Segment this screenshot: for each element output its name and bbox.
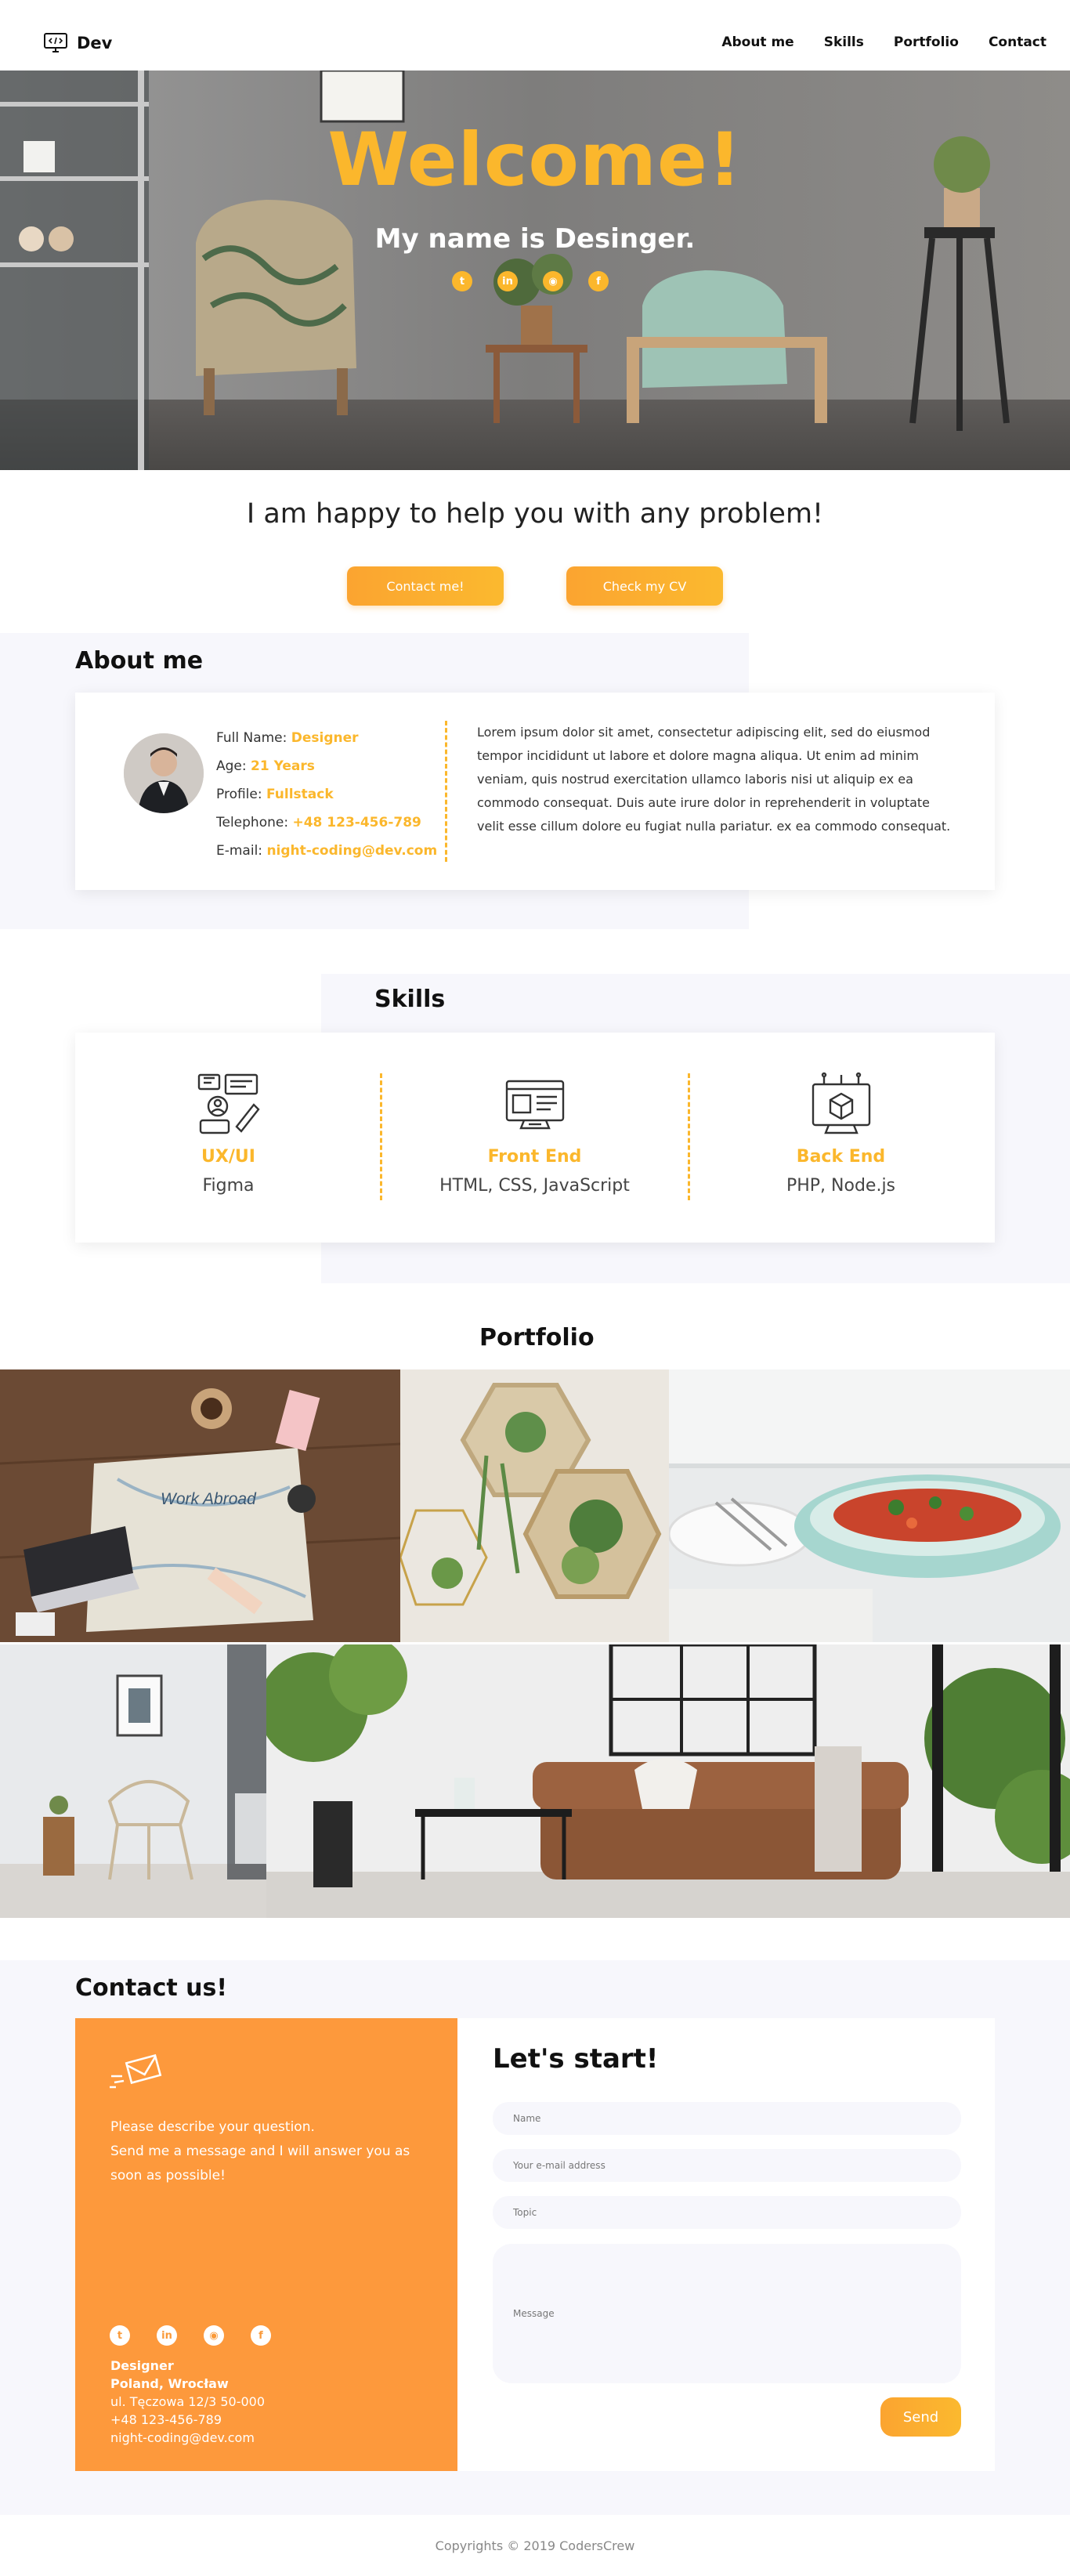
- avatar: [124, 733, 204, 813]
- logo-text: Dev: [77, 34, 113, 52]
- skills-card: UX/UI Figma Front End HTML, CSS, JavaScr…: [75, 1033, 995, 1243]
- send-button[interactable]: Send: [880, 2397, 961, 2437]
- field-label: Telephone:: [216, 815, 293, 830]
- nav-link-skills[interactable]: Skills: [824, 34, 864, 50]
- email-field[interactable]: Your e-mail address: [493, 2149, 961, 2182]
- facebook-icon[interactable]: f: [251, 2325, 271, 2346]
- portfolio-image: [0, 1644, 266, 1918]
- footer: Copyrights © 2019 CodersCrew: [0, 2515, 1070, 2576]
- tile-caption: Work Abroad: [161, 1490, 257, 1508]
- twitter-icon[interactable]: t: [110, 2325, 130, 2346]
- contact-phone: +48 123-456-789: [110, 2412, 222, 2427]
- code-window-icon: [505, 1080, 564, 1130]
- skill-tech: HTML, CSS, JavaScript: [439, 1176, 630, 1196]
- field-value: night-coding@dev.com: [266, 843, 438, 859]
- portfolio-item-planters[interactable]: [400, 1369, 669, 1642]
- monitor-code-icon: [44, 33, 67, 52]
- portfolio-item-travel[interactable]: Work Abroad: [0, 1369, 400, 1642]
- contact-info-panel: Please describe your question. Send me a…: [75, 2018, 457, 2471]
- skill-backend: Back End PHP, Node.js: [688, 1072, 994, 1196]
- portfolio-image: [266, 1644, 1070, 1918]
- linkedin-icon[interactable]: in: [157, 2325, 177, 2346]
- about-field-email: E-mail: night-coding@dev.com: [216, 837, 437, 865]
- contact-social-links: t in ◉ f: [110, 2325, 271, 2346]
- facebook-icon[interactable]: f: [588, 271, 609, 291]
- intro-buttons: Contact me! Check my CV: [347, 566, 723, 606]
- contact-details: Designer Poland, Wrocław ul. Tęczowa 12/…: [110, 2357, 265, 2447]
- avatar-image: [124, 733, 204, 813]
- hero-social-links: t in ◉ f: [452, 271, 609, 291]
- field-label: Profile:: [216, 787, 266, 802]
- skill-tech: Figma: [202, 1176, 255, 1196]
- skill-name: Front End: [487, 1147, 582, 1167]
- message-field[interactable]: Message: [493, 2244, 961, 2383]
- portfolio-item-living-room[interactable]: [266, 1644, 1070, 1918]
- contact-title: Contact us!: [75, 1974, 228, 2002]
- twitter-icon[interactable]: t: [452, 271, 472, 291]
- page: Dev About me Skills Portfolio Contact We…: [0, 0, 1070, 2576]
- nav-links: About me Skills Portfolio Contact: [692, 34, 1047, 50]
- field-label: Full Name:: [216, 730, 291, 746]
- github-icon[interactable]: ◉: [204, 2325, 224, 2346]
- paper-plane-envelope-icon: [110, 2054, 162, 2089]
- hero-subtitle: My name is Desinger.: [374, 223, 696, 255]
- form-title: Let's start!: [493, 2043, 659, 2075]
- portfolio-item-food[interactable]: [669, 1369, 1070, 1642]
- intro-tagline: I am happy to help you with any problem!: [246, 498, 824, 530]
- skills-title: Skills: [374, 986, 446, 1013]
- top-navbar: Dev About me Skills Portfolio Contact: [0, 0, 1070, 71]
- field-value: Designer: [291, 730, 359, 746]
- nav-link-portfolio[interactable]: Portfolio: [894, 34, 959, 50]
- contact-description: Please describe your question. Send me a…: [110, 2115, 432, 2188]
- portfolio-image: [669, 1369, 1070, 1642]
- copyright-text: Copyrights © 2019 CodersCrew: [435, 2538, 635, 2553]
- linkedin-icon[interactable]: in: [497, 271, 518, 291]
- about-field-name: Full Name: Designer: [216, 724, 437, 752]
- topic-field[interactable]: Topic: [493, 2196, 961, 2229]
- about-info-list: Full Name: Designer Age: 21 Years Profil…: [216, 724, 437, 865]
- about-title: About me: [75, 647, 204, 675]
- logo[interactable]: Dev: [44, 33, 112, 53]
- contact-street: ul. Tęczowa 12/3 50-000: [110, 2394, 266, 2409]
- skill-uxui: UX/UI Figma: [75, 1072, 381, 1196]
- skill-tech: PHP, Node.js: [786, 1176, 896, 1196]
- hero-title: Welcome!: [327, 118, 743, 203]
- field-value: 21 Years: [251, 758, 315, 774]
- hero-banner: Welcome! My name is Desinger. t in ◉ f: [0, 71, 1070, 470]
- design-tools-icon: [197, 1073, 260, 1134]
- portfolio-item-chair[interactable]: [0, 1644, 266, 1918]
- field-label: E-mail:: [216, 843, 267, 859]
- name-field[interactable]: Name: [493, 2102, 961, 2135]
- contact-email: night-coding@dev.com: [110, 2430, 255, 2445]
- nav-link-about[interactable]: About me: [721, 34, 793, 50]
- contact-me-button[interactable]: Contact me!: [347, 566, 504, 606]
- check-cv-button[interactable]: Check my CV: [566, 566, 723, 606]
- contact-text-line: Send me a message and I will answer you …: [110, 2144, 410, 2183]
- portfolio-image: [400, 1369, 669, 1642]
- contact-name: Designer: [110, 2358, 174, 2373]
- github-icon[interactable]: ◉: [543, 271, 563, 291]
- field-value: Fullstack: [266, 787, 334, 802]
- contact-form: Let's start! Name Your e-mail address To…: [457, 2018, 995, 2471]
- about-card: Full Name: Designer Age: 21 Years Profil…: [75, 693, 995, 890]
- contact-location: Poland, Wrocław: [110, 2376, 229, 2391]
- skill-name: UX/UI: [201, 1147, 255, 1167]
- about-description: Lorem ipsum dolor sit amet, consectetur …: [477, 725, 951, 834]
- contact-text-line: Please describe your question.: [110, 2119, 315, 2135]
- portfolio-title: Portfolio: [479, 1324, 595, 1351]
- field-label: Age:: [216, 758, 251, 774]
- server-box-icon: [812, 1072, 870, 1134]
- skill-name: Back End: [796, 1147, 886, 1167]
- portfolio-grid: Work Abroad: [0, 1369, 1070, 1918]
- field-value: +48 123-456-789: [292, 815, 421, 830]
- skill-frontend: Front End HTML, CSS, JavaScript: [381, 1072, 688, 1196]
- about-field-age: Age: 21 Years: [216, 752, 437, 780]
- about-field-telephone: Telephone: +48 123-456-789: [216, 809, 437, 837]
- nav-link-contact[interactable]: Contact: [989, 34, 1047, 50]
- about-field-profile: Profile: Fullstack: [216, 780, 437, 809]
- about-divider: [445, 721, 447, 862]
- portfolio-image: Work Abroad: [0, 1369, 400, 1642]
